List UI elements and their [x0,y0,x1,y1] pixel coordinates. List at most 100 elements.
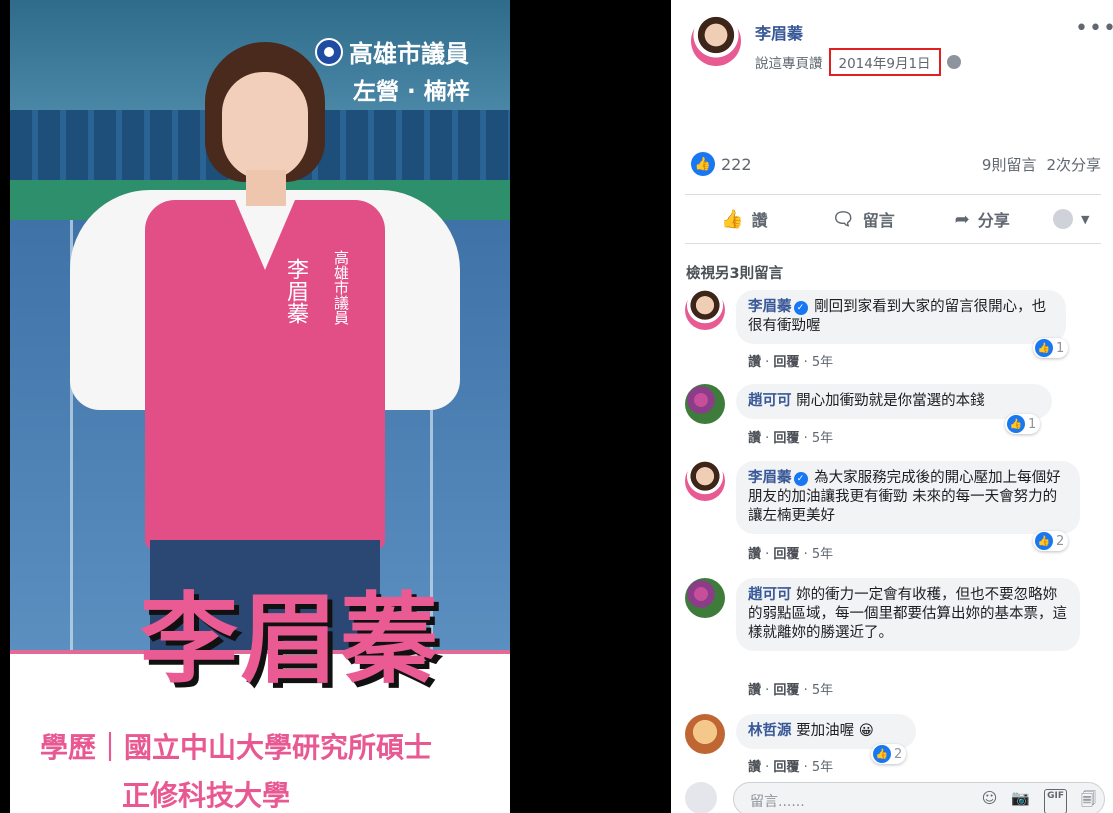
more-options-icon[interactable]: ••• [1075,16,1113,41]
comment-time[interactable]: 5年 [812,431,833,446]
camera-icon[interactable]: 📷 [1011,789,1030,813]
vest-title-text: 高雄市議員 [332,250,350,325]
verified-badge-icon: ✓ [793,301,808,315]
comment-bubble: 趙可可 妳的衝力一定會有收穫，但也不要忽略妳的弱點區域，每一個里都要估算出妳的基… [736,578,1080,651]
education-line-1: 學歷｜國立中山大學研究所碩士 [40,731,433,764]
commenter-name[interactable]: 林哲源 [748,723,792,739]
comment-reaction-count[interactable]: 👍 1 [1005,414,1041,434]
comment-like-link[interactable]: 讚 [748,355,761,370]
comment-time[interactable]: 5年 [812,355,833,370]
comment-like-count: 2 [894,746,903,762]
commenter-name[interactable]: 李眉蓁 [748,299,792,315]
screen: 李眉蓁 高雄市議員 高雄市議員 左營 · 楠梓 李眉蓁 學歷｜國立中山大學研究所… [0,0,1113,813]
comment-like-link[interactable]: 讚 [748,431,761,446]
comment-like-count: 1 [1056,340,1065,356]
comment-reply-link[interactable]: 回覆 [773,760,799,775]
comment-reply-link[interactable]: 回覆 [773,547,799,562]
vest-name-text: 李眉蓁 [283,258,308,324]
share-button-label: 分享 [977,211,1010,230]
comment-actions: 讚 · 回覆 · 5年 [748,683,834,698]
commenter-avatar[interactable] [685,578,725,618]
share-button[interactable]: ➦ 分享 [923,207,1042,231]
gif-icon[interactable]: GIF [1044,789,1067,813]
comment-time[interactable]: 5年 [812,547,833,562]
commenter-name[interactable]: 趙可可 [748,393,792,409]
like-reaction-icon: 👍 [1007,415,1025,433]
comment-text: 要加油喔 😀 [796,723,874,739]
verified-badge-icon: ✓ [793,472,808,486]
reaction-summary[interactable]: 👍 222 [691,152,752,176]
post-date[interactable]: 2014年9月1日 [828,48,941,76]
party-emblem-icon [315,37,343,66]
comment-count[interactable]: 9則留言 [982,154,1037,175]
commenter-avatar[interactable] [685,461,725,501]
share-arrow-icon: ➦ [954,208,970,230]
comment-actions: 讚 · 回覆 · 5年 [748,431,834,446]
like-reaction-icon: 👍 [873,745,891,763]
composer-icons: ☺ 📷 GIF 🗐 [982,789,1096,813]
education-line-2: 正修科技大學 [122,779,291,812]
comment-share-counts: 9則留言 2次分享 [982,154,1101,175]
comment-composer: 留言...... ☺ 📷 GIF 🗐 [685,778,1105,813]
post-meta-prefix: 說這專頁讚 [755,56,823,72]
caret-down-icon: ▼ [1081,212,1090,226]
comment-input[interactable]: 留言...... ☺ 📷 GIF 🗐 [733,782,1105,813]
badge-title: 高雄市議員 [349,40,469,68]
like-button[interactable]: 👍 讚 [685,207,804,231]
like-reaction-icon: 👍 [1035,339,1053,357]
post-meta: 說這專頁讚 2014年9月1日 [755,48,961,76]
post-as-selector[interactable]: ▼ [1042,209,1101,229]
comment-button[interactable]: 🗨 留言 [804,207,923,231]
comment-reaction-count[interactable]: 👍 2 [871,744,907,764]
post-side-panel: 李眉蓁 說這專頁讚 2014年9月1日 ••• 👍 222 9則留言 2次分享 … [671,0,1113,813]
post-action-bar: 👍 讚 🗨 留言 ➦ 分享 ▼ [685,194,1101,244]
post-author-name[interactable]: 李眉蓁 [755,20,803,44]
commenter-avatar[interactable] [685,714,725,754]
comment-like-link[interactable]: 讚 [748,760,761,775]
like-count: 222 [721,154,752,174]
comment-actions: 讚 · 回覆 · 5年 [748,547,834,562]
party-badge: 高雄市議員 [315,34,469,69]
speech-bubble-icon: 🗨 [831,208,855,230]
post-photo[interactable]: 李眉蓁 高雄市議員 高雄市議員 左營 · 楠梓 李眉蓁 學歷｜國立中山大學研究所… [10,0,510,813]
commenter-avatar[interactable] [685,384,725,424]
comment-reply-link[interactable]: 回覆 [773,431,799,446]
comment-like-count: 2 [1056,533,1065,549]
person-face [222,72,308,180]
commenter-name[interactable]: 李眉蓁 [748,470,792,486]
comment-like-link[interactable]: 讚 [748,683,761,698]
viewer-avatar [685,782,717,813]
comment-reply-link[interactable]: 回覆 [773,355,799,370]
comment-actions: 讚 · 回覆 · 5年 [748,355,834,370]
comment-reaction-count[interactable]: 👍 1 [1033,338,1069,358]
comment-bubble: 趙可可 開心加衝勁就是你當選的本錢 [736,384,1052,419]
commenter-avatar[interactable] [685,290,725,330]
comment-reply-link[interactable]: 回覆 [773,683,799,698]
comment-text: 妳的衝力一定會有收穫，但也不要忽略妳的弱點區域，每一個里都要估算出妳的基本票，這… [748,587,1067,641]
comment-time[interactable]: 5年 [812,760,833,775]
comment-button-label: 留言 [862,211,895,230]
view-more-comments-link[interactable]: 檢視另3則留言 [686,262,783,283]
globe-icon [946,55,961,69]
like-button-label: 讚 [751,211,768,230]
thumbs-up-icon: 👍 [721,208,744,230]
comment-time[interactable]: 5年 [812,683,833,698]
comment-like-count: 1 [1028,416,1037,432]
share-count[interactable]: 2次分享 [1046,154,1101,175]
comment-reaction-count[interactable]: 👍 2 [1033,531,1069,551]
emoji-icon[interactable]: ☺ [982,789,998,813]
post-as-avatar [1053,209,1074,229]
like-reaction-icon: 👍 [1035,532,1053,550]
comment-input-placeholder: 留言...... [750,794,805,810]
person-neck [246,170,286,206]
comment-text: 剛回到家看到大家的留言很開心，也很有衝勁喔 [748,299,1047,334]
commenter-name[interactable]: 趙可可 [748,587,792,603]
comment-bubble: 李眉蓁 ✓ 剛回到家看到大家的留言很開心，也很有衝勁喔 [736,290,1066,344]
comment-like-link[interactable]: 讚 [748,547,761,562]
comment-text: 開心加衝勁就是你當選的本錢 [796,393,985,409]
sticker-icon[interactable]: 🗐 [1081,789,1096,813]
author-avatar[interactable] [691,16,741,66]
comment-bubble: 李眉蓁 ✓ 為大家服務完成後的開心壓加上每個好朋友的加油讓我更有衝勁 未來的每一天… [736,461,1080,534]
comment-actions: 讚 · 回覆 · 5年 [748,760,834,775]
poster-big-name: 李眉蓁 [140,582,441,697]
